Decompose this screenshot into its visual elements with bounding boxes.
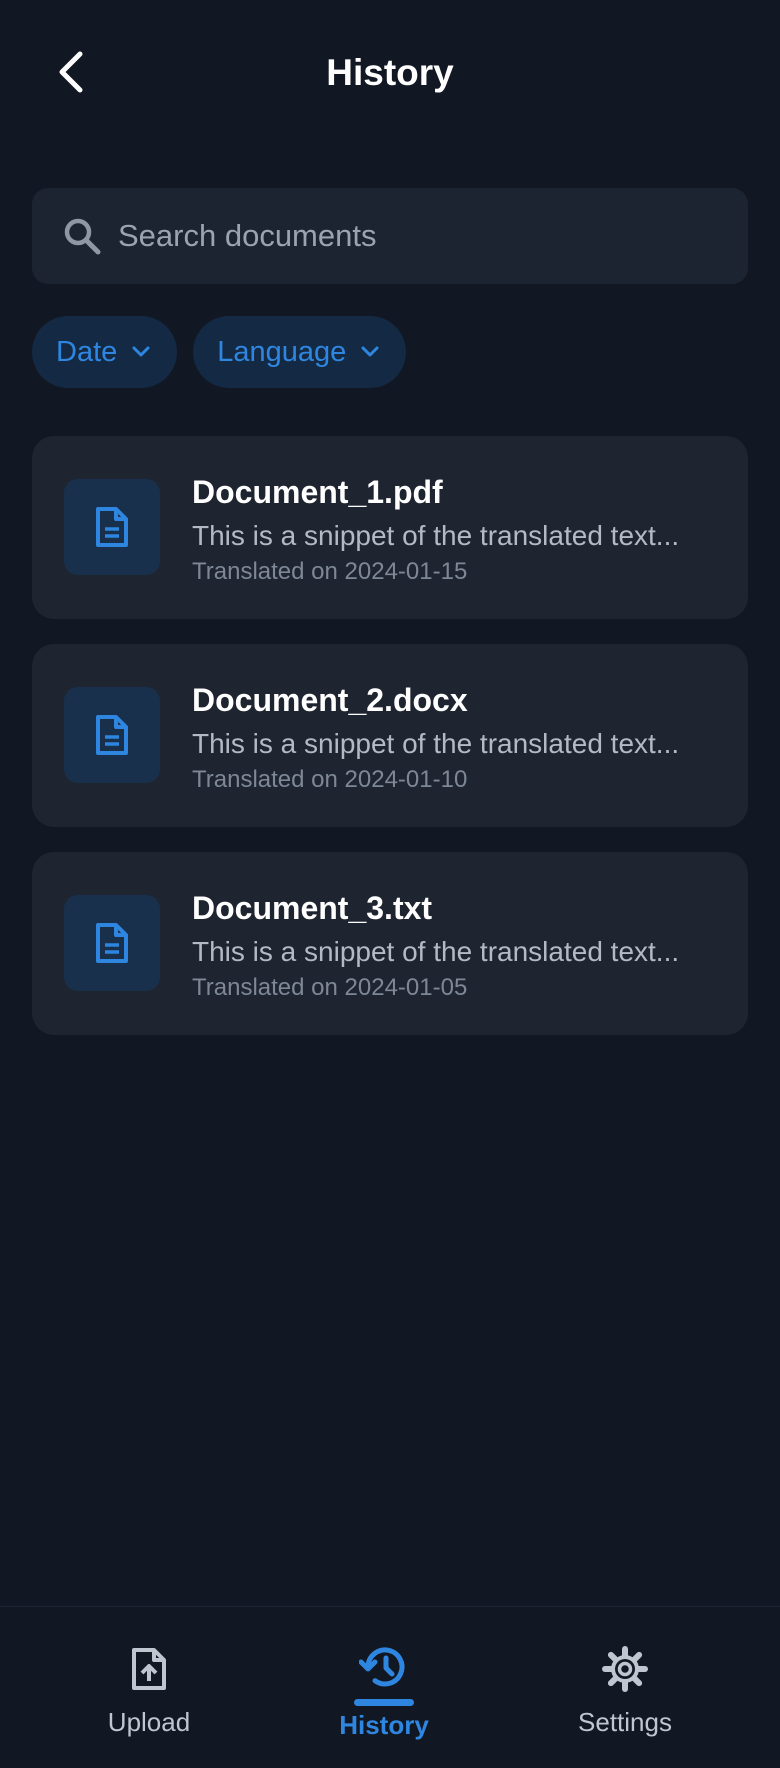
document-card[interactable]: Document_3.txt This is a snippet of the … xyxy=(32,852,748,1035)
nav-item-settings[interactable]: Settings xyxy=(525,1607,725,1768)
document-date: Translated on 2024-01-10 xyxy=(192,766,468,793)
date-filter-chip[interactable]: Date xyxy=(32,316,178,388)
document-list: Document_1.pdf This is a snippet of the … xyxy=(32,436,748,1060)
date-filter-label: Date xyxy=(56,335,118,368)
nav-label-settings: Settings xyxy=(578,1707,672,1737)
nav-item-upload[interactable]: Upload xyxy=(49,1607,249,1768)
document-icon xyxy=(64,687,160,783)
history-icon xyxy=(359,1641,409,1693)
document-snippet: This is a snippet of the translated text… xyxy=(192,728,680,759)
document-card[interactable]: Document_1.pdf This is a snippet of the … xyxy=(32,436,748,619)
document-date: Translated on 2024-01-05 xyxy=(192,974,468,1001)
page-title: History xyxy=(326,52,454,93)
nav-item-history[interactable]: History xyxy=(284,1607,484,1768)
document-card[interactable]: Document_2.docx This is a snippet of the… xyxy=(32,644,748,827)
search-icon xyxy=(60,214,104,258)
filter-chips: Date Language xyxy=(32,316,407,388)
search-bar[interactable] xyxy=(32,188,748,284)
search-input[interactable] xyxy=(118,188,748,284)
nav-label-upload: Upload xyxy=(107,1707,191,1737)
document-name: Document_2.docx xyxy=(192,682,468,718)
language-filter-chip[interactable]: Language xyxy=(193,316,407,388)
document-date: Translated on 2024-01-15 xyxy=(192,558,468,585)
document-snippet: This is a snippet of the translated text… xyxy=(192,520,680,551)
document-snippet: This is a snippet of the translated text… xyxy=(192,936,680,967)
gear-icon xyxy=(602,1643,648,1695)
app-header: History xyxy=(0,0,780,150)
chevron-down-icon xyxy=(360,345,380,359)
language-filter-label: Language xyxy=(217,335,347,368)
upload-file-icon xyxy=(129,1643,169,1695)
document-icon xyxy=(64,895,160,991)
chevron-down-icon xyxy=(131,345,151,359)
nav-label-history: History xyxy=(339,1710,429,1740)
bottom-navigation: Upload History Settings xyxy=(0,1606,780,1768)
document-icon xyxy=(64,479,160,575)
active-tab-indicator xyxy=(354,1699,414,1706)
document-name: Document_3.txt xyxy=(192,890,433,926)
document-name: Document_1.pdf xyxy=(192,474,443,510)
